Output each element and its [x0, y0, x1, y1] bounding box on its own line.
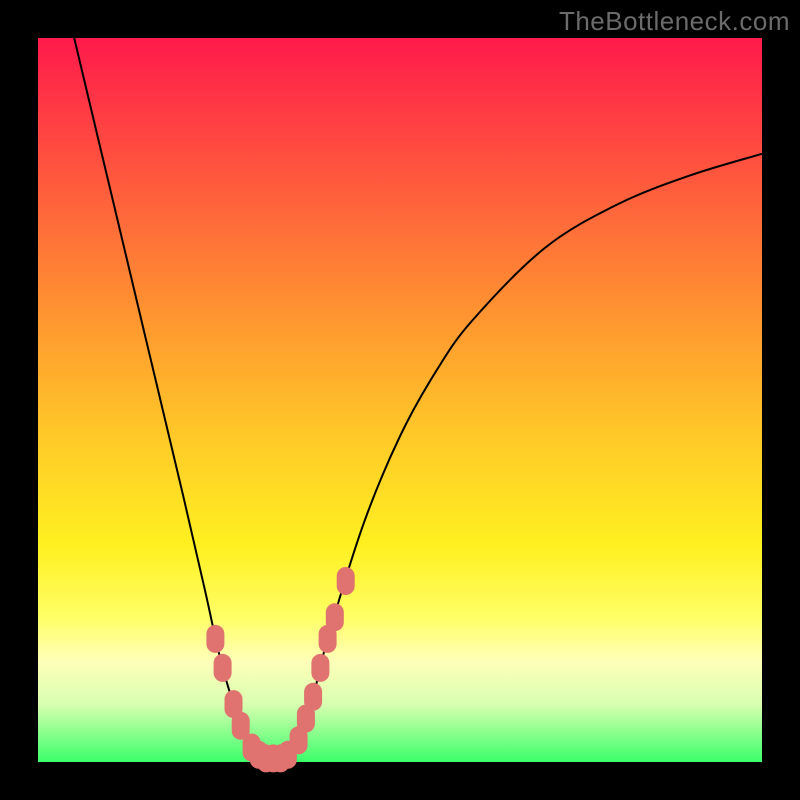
marker-point: [326, 603, 344, 631]
marker-point: [337, 567, 355, 595]
highlighted-points: [206, 567, 354, 772]
marker-point: [304, 683, 322, 711]
bottleneck-curve: [74, 38, 762, 763]
marker-point: [206, 625, 224, 653]
watermark-text: TheBottleneck.com: [559, 6, 790, 37]
marker-point: [214, 654, 232, 682]
plot-area: [38, 38, 762, 762]
bottleneck-curve-svg: [38, 38, 762, 762]
marker-point: [311, 654, 329, 682]
chart-frame: TheBottleneck.com: [0, 0, 800, 800]
